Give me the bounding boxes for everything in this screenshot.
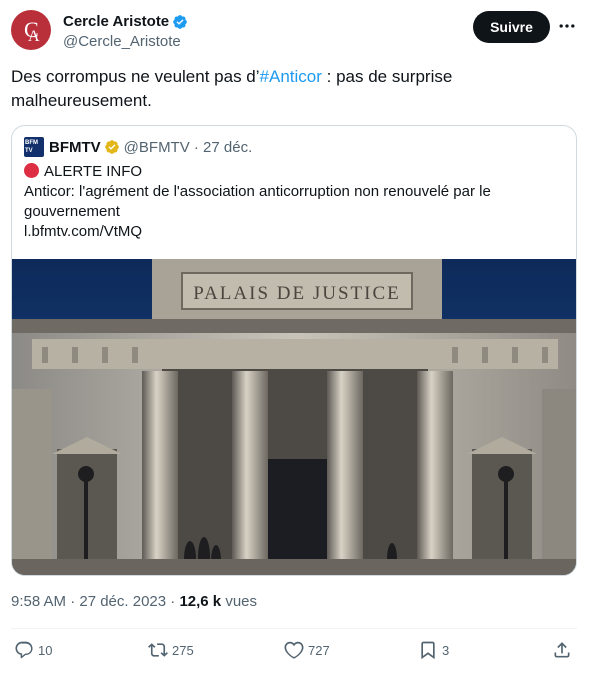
views-label: vues — [221, 593, 258, 610]
timestamp[interactable]: 9:58 AM · 27 déc. 2023 · — [11, 593, 179, 610]
tweet-text: Des corrompus ne veulent pas d’#Anticor … — [11, 65, 571, 113]
quote-handle-date: @BFMTV · 27 déc. — [123, 138, 253, 156]
reply-count: 10 — [38, 642, 53, 658]
facade-inscription: PALAIS DE JUSTICE — [193, 283, 401, 304]
divider — [11, 628, 577, 629]
quote-author-name[interactable]: BFMTV — [49, 139, 101, 156]
share-icon — [554, 642, 570, 658]
bookmark-count: 3 — [442, 642, 450, 658]
bookmark-button[interactable]: 3 — [418, 640, 449, 660]
bookmark-icon — [421, 641, 435, 660]
tweet-meta: 9:58 AM · 27 déc. 2023 · 12,6 k vues — [11, 593, 257, 610]
quote-headline: Anticor: l'agrément de l'association ant… — [24, 183, 491, 220]
svg-text:A: A — [28, 28, 40, 45]
retweet-icon — [148, 643, 168, 657]
like-icon — [284, 641, 304, 659]
hashtag-link[interactable]: #Anticor — [260, 67, 322, 86]
reply-icon — [15, 641, 33, 659]
alert-label: ALERTE INFO — [44, 163, 143, 180]
quote-body: ALERTE INFO Anticor: l'agrément de l'ass… — [24, 162, 564, 242]
follow-button[interactable]: Suivre — [473, 11, 550, 43]
avatar[interactable]: C A — [11, 10, 51, 50]
tweet-text-before: Des corrompus ne veulent pas d’ — [11, 67, 260, 86]
retweet-button[interactable]: 275 — [148, 640, 194, 660]
reply-button[interactable]: 10 — [14, 640, 52, 660]
retweet-count: 275 — [172, 642, 194, 658]
more-icon[interactable] — [557, 16, 577, 36]
tweet-header: C A Cercle Aristote @Cercle_Aristote Sui… — [11, 10, 581, 52]
views-count: 12,6 k — [179, 593, 222, 610]
quote-link[interactable]: l.bfmtv.com/VtMQ — [24, 222, 564, 242]
author-info[interactable]: Cercle Aristote @Cercle_Aristote — [63, 12, 188, 50]
courthouse-photo[interactable]: PALAIS DE JUSTICE — [12, 259, 577, 576]
bfmtv-logo[interactable]: BFM TV — [24, 137, 44, 157]
gold-badge-icon — [104, 140, 119, 154]
author-name[interactable]: Cercle Aristote — [63, 13, 169, 30]
action-bar: 10 275 727 3 — [14, 640, 574, 664]
like-count: 727 — [308, 642, 330, 658]
author-handle[interactable]: @Cercle_Aristote — [63, 33, 188, 50]
red-circle-icon — [24, 163, 39, 178]
like-button[interactable]: 727 — [284, 640, 330, 660]
quote-header: BFM TV BFMTV @BFMTV · 27 déc. — [24, 137, 253, 157]
quoted-tweet[interactable]: BFM TV BFMTV @BFMTV · 27 déc. ALERTE INF… — [11, 125, 577, 576]
verified-badge-icon — [173, 14, 187, 29]
share-button[interactable] — [552, 640, 576, 660]
